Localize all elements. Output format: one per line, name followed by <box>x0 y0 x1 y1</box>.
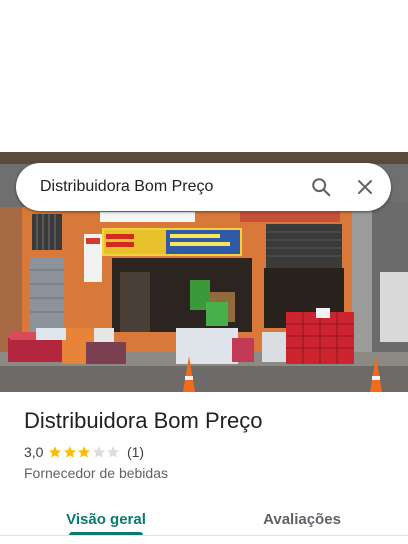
close-icon[interactable] <box>345 167 385 207</box>
star-filled-icon <box>63 446 77 458</box>
search-icon[interactable] <box>301 167 341 207</box>
review-count[interactable]: (1) <box>127 444 144 460</box>
tab-bar: Visão geral Avaliações <box>0 496 408 544</box>
rating-stars <box>48 445 121 459</box>
star-empty-icon <box>107 446 120 458</box>
rating-value: 3,0 <box>24 444 44 460</box>
place-category: Fornecedor de bebidas <box>24 465 168 481</box>
rating-row[interactable]: 3,0 (1) <box>24 444 144 460</box>
search-input[interactable]: Distribuidora Bom Preço <box>40 178 301 196</box>
place-title: Distribuidora Bom Preço <box>24 408 263 433</box>
map-blank-area <box>0 0 408 152</box>
tabs-divider <box>0 535 408 536</box>
star-filled-icon <box>78 446 91 458</box>
star-empty-icon <box>92 446 106 458</box>
star-filled-icon <box>49 446 62 458</box>
search-bar[interactable]: Distribuidora Bom Preço <box>16 163 391 211</box>
